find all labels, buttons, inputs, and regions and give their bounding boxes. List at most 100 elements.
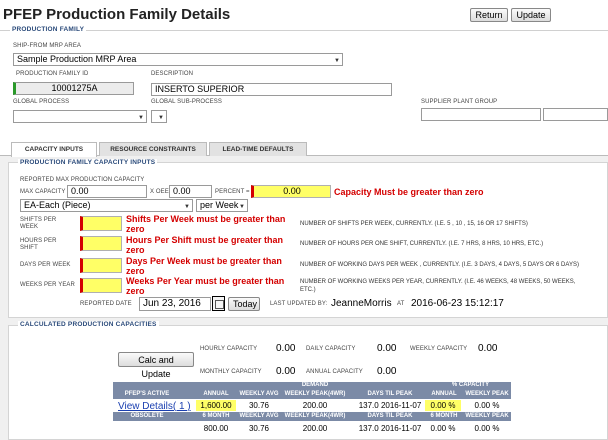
description-field[interactable]: INSERTO SUPERIOR: [151, 83, 392, 96]
demand-label: DEMAND: [301, 382, 329, 388]
last-updated-label: LAST UPDATED BY:: [270, 301, 328, 307]
unit-select[interactable]: EA-Each (Piece) ▼: [20, 199, 193, 212]
chevron-down-icon: ▼: [158, 115, 164, 121]
today-button[interactable]: Today: [228, 297, 260, 311]
annual-value: 0.00: [377, 366, 397, 377]
section-capacity-inputs: PRODUCTION FAMILY CAPACITY INPUTS: [18, 159, 158, 166]
col2-weekly-peak: WEEKLY PEAK(4WR): [284, 413, 346, 419]
col2-pct-6month: 6 MONTH: [430, 413, 458, 419]
row2-6month: 800.00: [203, 424, 229, 433]
obsolete-label: OBSOLETE: [130, 413, 164, 419]
hours-desc: NUMBER OF HOURS PER ONE SHIFT, CURRENTLY…: [300, 241, 544, 247]
weeks-error: Weeks Per Year must be greater than zero: [126, 276, 285, 296]
calendar-icon[interactable]: [212, 296, 225, 311]
hourly-label: HOURLY CAPACITY: [200, 346, 258, 352]
days-input[interactable]: [80, 258, 122, 273]
chevron-down-icon: ▼: [334, 58, 340, 64]
days-label: DAYS PER WEEK: [20, 262, 71, 268]
chevron-down-icon: ▼: [184, 204, 190, 210]
return-button[interactable]: Return: [470, 8, 508, 22]
weeks-input[interactable]: [80, 278, 122, 293]
xoee-label: X OEE: [150, 189, 169, 195]
capacity-error: Capacity Must be greater than zero: [334, 187, 484, 197]
ship-from-label: SHIP-FROM MRP AREA: [13, 43, 82, 49]
row2-days-til-peak: 137.0 2016-11-07: [358, 424, 422, 433]
weekly-value: 0.00: [478, 343, 498, 354]
update-button[interactable]: Update: [511, 8, 551, 22]
chevron-down-icon: ▼: [239, 204, 245, 210]
row2-weekly-avg: 30.76: [248, 424, 270, 433]
row2-weekly-peak: 200.00: [302, 424, 328, 433]
daily-label: DAILY CAPACITY: [306, 346, 356, 352]
hours-label: HOURS PER SHIFT: [20, 238, 57, 251]
pct-capacity-label: % CAPACITY: [451, 382, 490, 388]
row1-annual: 1,600.00: [196, 400, 236, 411]
ship-from-select[interactable]: Sample Production MRP Area ▼: [13, 53, 343, 66]
annual-label: ANNUAL CAPACITY: [306, 369, 363, 375]
weeks-label: WEEKS PER YEAR: [20, 282, 75, 288]
family-id-field[interactable]: 10001275A: [13, 82, 134, 95]
tab-lead-time-defaults[interactable]: LEAD-TIME DEFAULTS: [209, 142, 307, 156]
col-pct-annual: ANNUAL: [431, 391, 457, 397]
hours-input[interactable]: [80, 236, 122, 251]
supplier-plant-label: SUPPLIER PLANT GROUP: [421, 99, 498, 105]
col2-weekly-avg: WEEKLY AVG: [239, 413, 279, 419]
days-error: Days Per Week must be greater than zero: [126, 256, 282, 276]
supplier-plant-field-1[interactable]: [421, 108, 541, 121]
section-calculated-capacities: CALCULATED PRODUCTION CAPACITIES: [18, 321, 159, 328]
col2-days-til-peak: DAYS TIL PEAK: [367, 413, 413, 419]
row1-days-til-peak: 137.0 2016-11-07: [358, 401, 422, 410]
reported-date-input[interactable]: Jun 23, 2016: [139, 297, 211, 311]
per-period-value: per Week: [200, 200, 239, 210]
last-updated-user: JeanneMorris: [331, 298, 392, 309]
calc-update-button[interactable]: Calc and Update: [118, 352, 194, 379]
col2-6month: 6 MONTH: [202, 413, 230, 419]
max-capacity-input[interactable]: 0.00: [67, 185, 147, 198]
col-annual: ANNUAL: [203, 391, 229, 397]
col-weekly-peak: WEEKLY PEAK(4WR): [284, 391, 346, 397]
global-subprocess-label: GLOBAL SUB-PROCESS: [151, 99, 222, 105]
reported-max-label: REPORTED MAX PRODUCTION CAPACITY: [20, 177, 145, 183]
active-label: PFEP'S ACTIVE: [124, 391, 170, 397]
per-period-select[interactable]: per Week ▼: [196, 199, 248, 212]
percent-field[interactable]: 0.00: [251, 185, 331, 198]
weekly-label: WEEKLY CAPACITY: [410, 346, 468, 352]
hours-error: Hours Per Shift must be greater than zer…: [126, 235, 284, 255]
page-title: PFEP Production Family Details: [3, 6, 231, 23]
tab-resource-constraints[interactable]: RESOURCE CONSTRAINTS: [99, 142, 207, 156]
row2-pct-6month: 0.00 %: [430, 424, 456, 433]
shifts-label: SHIFTS PER WEEK: [20, 217, 57, 230]
supplier-plant-field-2[interactable]: [543, 108, 608, 121]
ship-from-value: Sample Production MRP Area: [17, 54, 137, 64]
col-pct-weekly-peak: WEEKLY PEAK: [465, 391, 509, 397]
last-updated-time: 2016-06-23 15:12:17: [411, 298, 504, 309]
col-weekly-avg: WEEKLY AVG: [239, 391, 279, 397]
monthly-label: MONTHLY CAPACITY: [200, 369, 262, 375]
row1-pct-weekly-peak: 0.00 %: [474, 401, 500, 410]
section-production-family: PRODUCTION FAMILY: [10, 26, 87, 33]
global-subprocess-select[interactable]: ▼: [151, 110, 167, 123]
shifts-desc: NUMBER OF SHIFTS PER WEEK, CURRENTLY. (I…: [300, 221, 528, 227]
at-label: AT: [397, 301, 405, 307]
row1-weekly-avg: 30.76: [248, 401, 270, 410]
chevron-down-icon: ▼: [138, 115, 144, 121]
tab-capacity-inputs[interactable]: CAPACITY INPUTS: [11, 142, 97, 157]
family-id-label: PRODUCTION FAMILY ID: [16, 71, 89, 77]
percent-label: PERCENT =: [215, 189, 250, 195]
shifts-input[interactable]: [80, 216, 122, 231]
reported-date-label: REPORTED DATE: [80, 301, 132, 307]
description-label: DESCRIPTION: [151, 71, 194, 77]
weeks-desc-2: ETC.): [300, 287, 316, 293]
global-process-label: GLOBAL PROCESS: [13, 99, 70, 105]
col-days-til-peak: DAYS TIL PEAK: [367, 391, 413, 397]
shifts-error: Shifts Per Week must be greater than zer…: [126, 214, 286, 234]
row1-pct-annual: 0.00 %: [425, 400, 461, 411]
weeks-desc-1: NUMBER OF WORKING WEEKS PER YEAR, CURREN…: [300, 279, 576, 285]
row2-pct-weekly-peak: 0.00 %: [474, 424, 500, 433]
col2-pct-weekly-peak: WEEKLY PEAK: [465, 413, 509, 419]
days-desc: NUMBER OF WORKING DAYS PER WEEK , CURREN…: [300, 262, 579, 268]
xoee-input[interactable]: 0.00: [169, 185, 212, 198]
max-capacity-label: MAX CAPACITY: [20, 189, 66, 195]
global-process-select[interactable]: ▼: [13, 110, 147, 123]
view-details-link[interactable]: View Details( 1 ): [118, 401, 191, 412]
